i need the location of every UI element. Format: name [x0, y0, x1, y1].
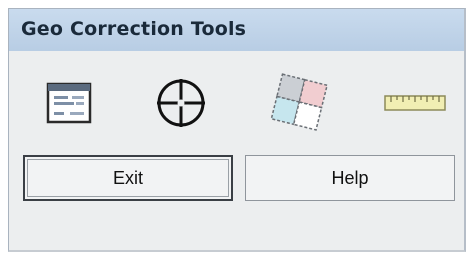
crosshair-tool-button[interactable] [145, 71, 217, 135]
tiles-tool-button[interactable] [263, 71, 335, 135]
window-title: Geo Correction Tools [21, 18, 247, 40]
ruler-tool-button[interactable] [379, 71, 451, 135]
tool-panel: Exit Help [9, 51, 464, 250]
help-button-label: Help [331, 167, 369, 188]
title-bar[interactable]: Geo Correction Tools [9, 9, 464, 51]
exit-button[interactable]: Exit [23, 155, 233, 201]
help-button[interactable]: Help [245, 155, 455, 201]
tiles-icon [270, 73, 329, 131]
ruler-icon [384, 95, 446, 111]
layer-info-tool-button[interactable] [33, 71, 105, 135]
crosshair-icon [157, 79, 205, 127]
geo-correction-window: Geo Correction Tools Exit Help [8, 8, 466, 252]
exit-button-label: Exit [112, 167, 143, 188]
layer-info-icon [46, 82, 92, 124]
